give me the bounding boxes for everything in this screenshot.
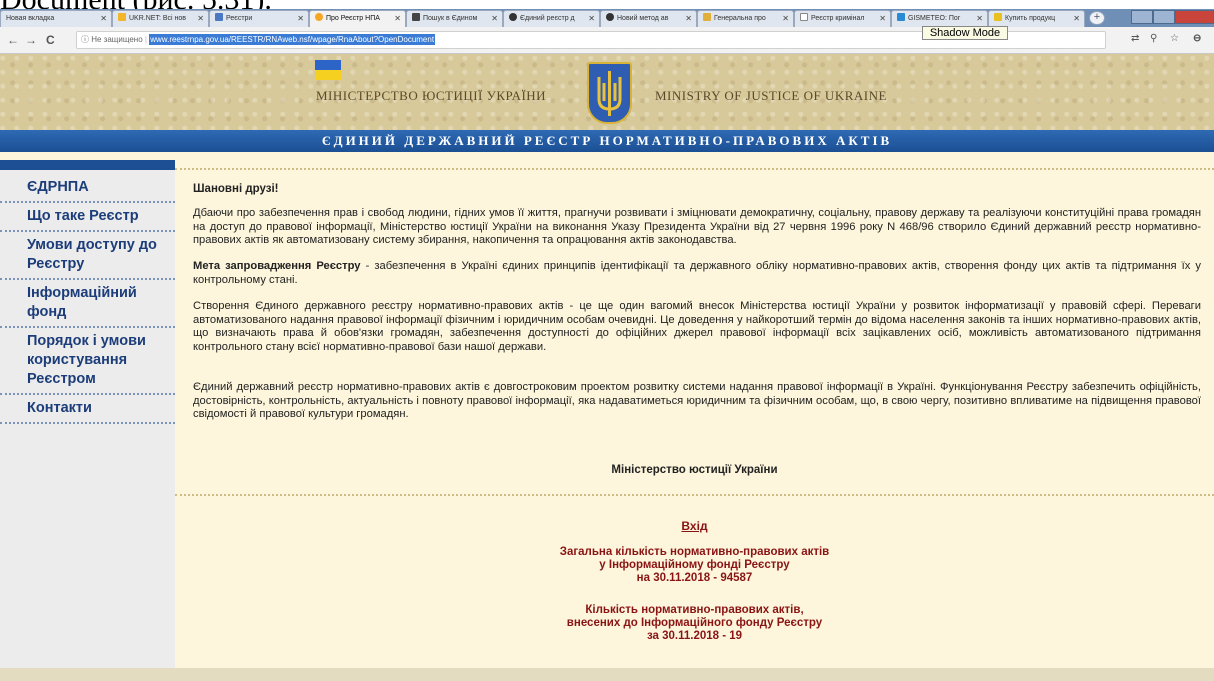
daily-acts-stat: Кількість нормативно-правових актів, вне… (175, 604, 1214, 643)
enter-link[interactable]: Вхід (175, 519, 1214, 533)
tab-label: Реєстри (226, 15, 253, 22)
divider (175, 168, 1214, 170)
reload-icon[interactable]: C (46, 33, 55, 47)
shadow-mode-tooltip: Shadow Mode (922, 26, 1008, 40)
purpose-paragraph: Мета запровадження Реєстру - забезпеченн… (193, 260, 1201, 287)
tab-label: UKR.NET: Всі нов (129, 15, 186, 22)
ministry-name-uk: МІНІСТЕРСТВО ЮСТИЦІЇ УКРАЇНИ (316, 88, 547, 103)
tab-label: Купить продукц (1005, 15, 1056, 22)
close-window-button[interactable] (1175, 10, 1214, 24)
purpose-label: Мета запровадження Реєстру (193, 260, 361, 272)
ukrnet-favicon-icon (118, 13, 126, 21)
tab-new-method[interactable]: Новий метод ав ✕ (600, 10, 697, 27)
tab-label: Новая вкладка (6, 15, 55, 22)
sidebar-item-what-is-registry[interactable]: Що таке Реєстр (0, 203, 175, 232)
tab-close-icon[interactable]: ✕ (394, 11, 401, 26)
globe-favicon-icon (509, 13, 517, 21)
tab-label: Реєстр кримінал (811, 15, 865, 22)
stat-line: за 30.11.2018 - 19 (646, 630, 743, 642)
tab-close-icon[interactable]: ✕ (782, 11, 789, 26)
divider (175, 494, 1214, 496)
sidebar-top-bar (0, 160, 175, 170)
stat-line: Загальна кількість нормативно-правових а… (559, 546, 830, 558)
sidebar-item-usage-rules[interactable]: Порядок і умови користування Реєстром (0, 328, 175, 395)
ministry-name-en: MINISTRY OF JUSTICE OF UKRAINE (655, 88, 887, 103)
document-favicon-icon (412, 13, 420, 21)
tab-close-icon[interactable]: ✕ (588, 11, 595, 26)
stat-line: внесених до Інформаційного фонду Реєстру (566, 617, 823, 629)
footer-strip (0, 668, 1214, 681)
tab-prosecutor[interactable]: Генеральна про ✕ (697, 10, 794, 27)
tab-ukrnet[interactable]: UKR.NET: Всі нов ✕ (112, 10, 209, 27)
tab-close-icon[interactable]: ✕ (100, 11, 107, 26)
tab-buy-products[interactable]: Купить продукц ✕ (988, 10, 1085, 27)
ukraine-flag-icon (315, 60, 341, 80)
tab-label: Новий метод ав (617, 15, 669, 22)
coat-of-arms-icon (587, 62, 632, 124)
tab-close-icon[interactable]: ✕ (297, 11, 304, 26)
site-page: МІНІСТЕРСТВО ЮСТИЦІЇ УКРАЇНИ MINISTRY OF… (0, 54, 1214, 681)
registry-favicon-icon (215, 13, 223, 21)
sidebar-item-edrnpa[interactable]: ЄДРНПА (0, 170, 175, 203)
greeting-heading: Шановні друзі! (193, 183, 279, 195)
intro-paragraph: Дбаючи про забезпечення прав і свобод лю… (193, 207, 1201, 246)
tab-close-icon[interactable]: ✕ (197, 11, 204, 26)
prosecutor-favicon-icon (703, 13, 711, 21)
tab-close-icon[interactable]: ✕ (976, 11, 983, 26)
tab-registries[interactable]: Реєстри ✕ (209, 10, 309, 27)
page-favicon-icon (800, 13, 808, 21)
main-content: Шановні друзі! Дбаючи про забезпечення п… (175, 160, 1214, 681)
minimize-button[interactable] (1131, 10, 1153, 24)
stat-line: Кількість нормативно-правових актів, (585, 604, 804, 616)
tab-gismeteo[interactable]: GISMETEO: Пог ✕ (891, 10, 988, 27)
weather-favicon-icon (897, 13, 905, 21)
tab-about-registry[interactable]: Про Реєстр НПА ✕ (309, 10, 406, 27)
tab-new-tab[interactable]: Новая вкладка ✕ (0, 10, 112, 27)
sidebar-item-access-conditions[interactable]: Умови доступу до Реєстру (0, 232, 175, 280)
url-text: www.reestrnpa.gov.ua/REESTR/RNAweb.nsf/w… (149, 34, 436, 45)
back-arrow-icon[interactable]: ← (7, 33, 19, 47)
browser-tab-strip: Новая вкладка ✕ UKR.NET: Всі нов ✕ Реєст… (0, 9, 1214, 27)
profile-menu-icon[interactable]: ⊖ (1193, 33, 1201, 44)
stat-line: на 30.11.2018 - 94587 (636, 572, 753, 584)
site-favicon-icon (315, 13, 323, 21)
zoom-icon[interactable]: ⚲ (1150, 33, 1157, 44)
tab-unified-registry[interactable]: Єдиний реєстр д ✕ (503, 10, 600, 27)
tab-close-icon[interactable]: ✕ (879, 11, 886, 26)
longterm-paragraph: Єдиний державний реєстр нормативно-право… (193, 381, 1201, 420)
tab-label: Про Реєстр НПА (326, 15, 380, 22)
address-bar: ← → C ⓘ Не защищено | www.reestrnpa.gov.… (0, 27, 1214, 54)
translate-icon[interactable]: ⇄ (1131, 33, 1139, 44)
stat-line: у Інформаційному фонді Реєстру (599, 559, 790, 571)
bookmark-star-icon[interactable]: ☆ (1170, 33, 1179, 44)
forward-arrow-icon[interactable]: → (25, 33, 37, 47)
tab-search[interactable]: Пошук в Єдином ✕ (406, 10, 503, 27)
not-secure-label[interactable]: ⓘ Не защищено (77, 35, 143, 44)
shop-favicon-icon (994, 13, 1002, 21)
sidebar-item-contacts[interactable]: Контакти (0, 395, 175, 424)
sidebar-item-info-fund[interactable]: Інформаційний фонд (0, 280, 175, 328)
tab-label: GISMETEO: Пог (908, 15, 961, 22)
tab-close-icon[interactable]: ✕ (685, 11, 692, 26)
new-tab-button[interactable]: + (1089, 11, 1105, 25)
tab-criminal-registry[interactable]: Реєстр кримінал ✕ (794, 10, 891, 27)
tab-close-icon[interactable]: ✕ (1073, 11, 1080, 26)
site-header: МІНІСТЕРСТВО ЮСТИЦІЇ УКРАЇНИ MINISTRY OF… (0, 54, 1214, 130)
tab-label: Пошук в Єдином (423, 15, 478, 22)
maximize-button[interactable] (1153, 10, 1175, 24)
tab-label: Генеральна про (714, 15, 766, 22)
tab-close-icon[interactable]: ✕ (491, 11, 498, 26)
tab-label: Єдиний реєстр д (520, 15, 575, 22)
registry-title-band: ЄДИНИЙ ДЕРЖАВНИЙ РЕЄСТР НОРМАТИВНО-ПРАВО… (0, 130, 1214, 152)
benefits-paragraph: Створення Єдиного державного реєстру нор… (193, 300, 1201, 353)
total-acts-stat: Загальна кількість нормативно-правових а… (175, 546, 1214, 585)
sidebar: ЄДРНПА Що таке Реєстр Умови доступу до Р… (0, 160, 175, 681)
ministry-signature: Міністерство юстиції України (611, 464, 778, 476)
globe-favicon-icon (606, 13, 614, 21)
